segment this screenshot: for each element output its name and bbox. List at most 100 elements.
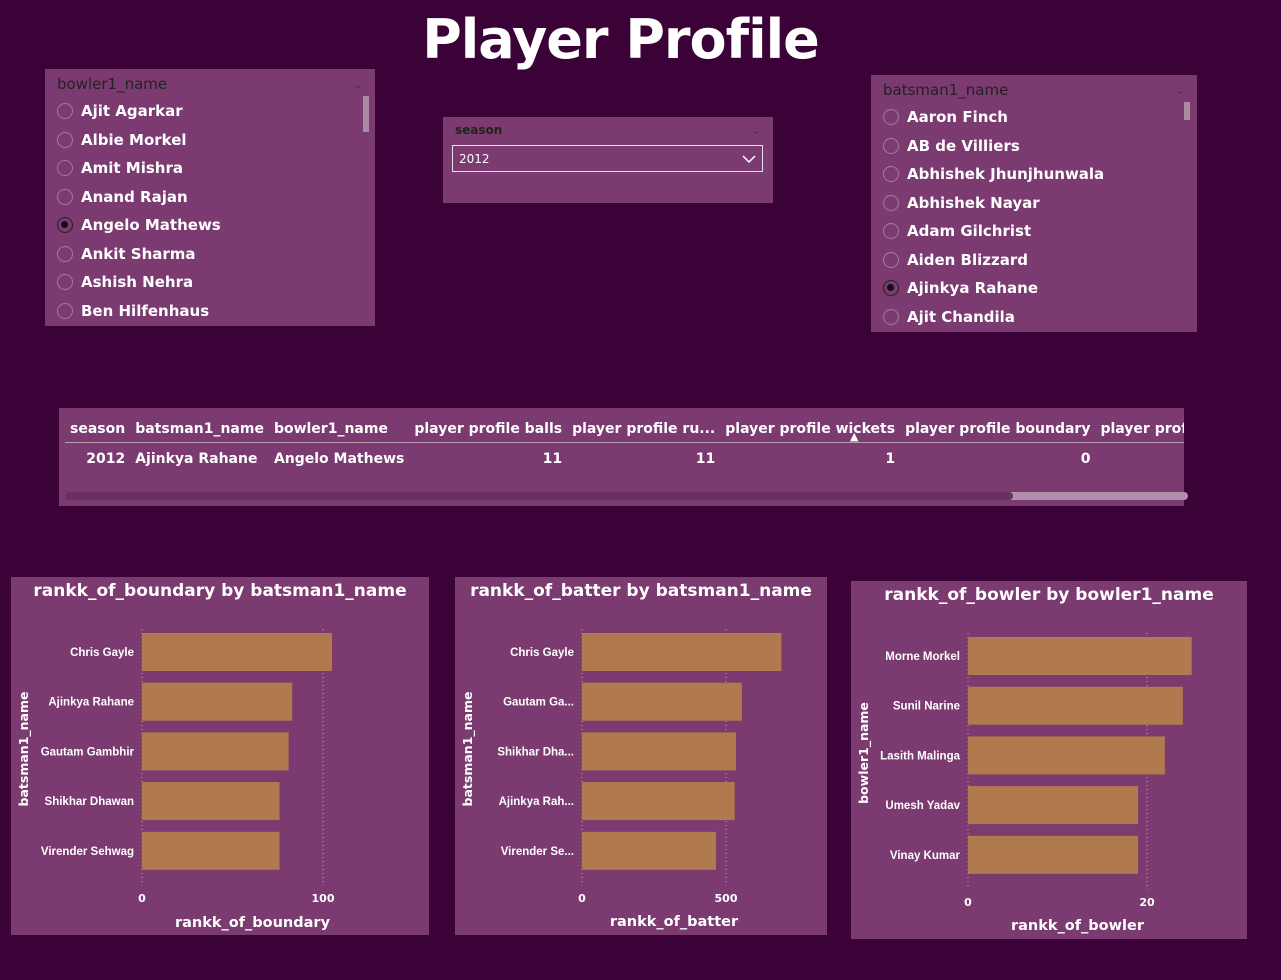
radio-button[interactable] [57,188,73,205]
radio-button[interactable] [57,103,73,120]
boundary-rank-chart: rankk_of_boundary by batsman1_name 0 100 C… [11,577,429,935]
table-cell: 0 [1080,451,1091,468]
radio-button[interactable] [57,217,73,234]
x-tick-label: 0 [578,892,586,905]
category-label: Lasith Malinga [880,750,960,762]
column-header-player-profile-strike-r[interactable]: player profile strike r [1095,416,1192,443]
season-dropdown-value: 2012 [459,151,490,166]
radio-button[interactable] [883,251,899,268]
radio-label: Abhishek Jhunjhunwala [907,165,1105,184]
radio-item-adam-gilchrist[interactable]: Adam Gilchrist [871,217,1197,246]
radio-label: Aiden Blizzard [907,250,1028,269]
radio-label: Ajit Chandila [907,307,1015,326]
chevron-down-icon[interactable]: ⌄ [1175,83,1185,97]
radio-button[interactable] [883,308,899,325]
radio-item-albie-morkel[interactable]: Albie Morkel [45,126,375,155]
batter-rank-chart: rankk_of_batter by batsman1_name 0 500 Chr… [455,577,827,935]
column-header-player-profile-ru[interactable]: player profile ru... [567,416,721,443]
table-row: 2012Ajinkya RahaneAngelo Mathews11111010… [65,442,1192,476]
table-header-row: season batsman1_name bowler1_name player pr… [65,416,1192,443]
batsman-slicer-header: batsman1_name [883,81,1009,99]
category-label: Shikhar Dha... [497,746,574,758]
bar[interactable] [142,831,280,870]
batsman-slicer-scrollbar[interactable] [1184,102,1190,120]
page-title: Player Profile [422,8,820,71]
category-label: Ajinkya Rahane [48,697,134,709]
radio-label: Abhishek Nayar [907,193,1040,212]
bar[interactable] [968,686,1183,725]
bar[interactable] [142,782,280,821]
bar[interactable] [582,732,737,771]
x-axis-label: rankk_of_bowler [1011,918,1145,934]
radio-item-amit-mishra[interactable]: Amit Mishra [45,154,375,183]
column-header-player-profile-balls[interactable]: player profile balls [409,416,568,443]
radio-item-abhishek-nayar[interactable]: Abhishek Nayar [871,189,1197,218]
radio-item-ajit-agarkar[interactable]: Ajit Agarkar [45,97,375,126]
radio-button[interactable] [57,131,73,148]
table-scrollbar-thumb[interactable] [65,492,1013,500]
chevron-down-icon[interactable]: ⌄ [751,123,761,137]
bar[interactable] [142,732,289,771]
y-axis-label: bowler1_name [856,702,872,804]
x-axis-label: rankk_of_boundary [175,915,331,931]
sort-ascending-icon[interactable]: ▲ [850,430,858,443]
season-slicer: season ⌄ 2012 [443,117,773,203]
batsman-slicer: batsman1_name ⌄ Aaron Finch AB de Villier… [871,75,1197,332]
radio-button[interactable] [57,274,73,291]
bar[interactable] [142,633,333,671]
radio-button[interactable] [883,166,899,183]
radio-item-ab-de-villiers[interactable]: AB de Villiers [871,132,1197,161]
bar[interactable] [582,682,742,721]
bar[interactable] [142,682,293,721]
radio-button[interactable] [883,109,899,126]
radio-button[interactable] [57,302,73,319]
radio-item-anand-rajan[interactable]: Anand Rajan [45,183,375,212]
table-cell: 11 [695,451,716,468]
x-axis-label: rankk_of_batter [610,914,739,930]
x-tick-label: 20 [1139,896,1155,909]
category-label: Sunil Narine [893,701,960,713]
radio-item-aiden-blizzard[interactable]: Aiden Blizzard [871,246,1197,275]
radio-button[interactable] [883,223,899,240]
bowler-radio-list: Ajit Agarkar Albie Morkel Amit Mishra Anand… [45,97,375,325]
radio-label: AB de Villiers [907,136,1020,155]
bar[interactable] [968,786,1139,825]
radio-button[interactable] [883,280,899,297]
category-label: Virender Se... [501,846,574,858]
radio-button[interactable] [57,160,73,177]
table-cell: 11 [542,451,563,468]
radio-item-ben-hilfenhaus[interactable]: Ben Hilfenhaus [45,297,375,326]
table-cell: 100 [1095,442,1192,476]
radio-item-ashish-nehra[interactable]: Ashish Nehra [45,268,375,297]
bar[interactable] [582,633,782,671]
bar[interactable] [968,835,1139,874]
bar[interactable] [968,736,1165,775]
column-header-player-profile-boundary[interactable]: player profile boundary [900,416,1096,443]
bar[interactable] [582,782,735,821]
bar[interactable] [968,637,1192,675]
bar[interactable] [582,831,716,870]
bowler-slicer-scrollbar[interactable] [363,96,369,132]
table-horizontal-scrollbar[interactable] [65,492,1188,500]
radio-label: Aaron Finch [907,108,1008,127]
radio-item-angelo-mathews[interactable]: Angelo Mathews [45,211,375,240]
category-label: Vinay Kumar [890,850,961,862]
radio-label: Ajit Agarkar [81,102,183,121]
bar-chart-svg: 0 500 Chris Gayle Gautam Ga... Shikhar Dha..… [460,629,782,930]
column-header-season[interactable]: season [65,416,131,443]
y-axis-label: batsman1_name [16,692,32,807]
radio-item-ankit-sharma[interactable]: Ankit Sharma [45,240,375,269]
radio-item-ajinkya-rahane[interactable]: Ajinkya Rahane [871,274,1197,303]
radio-button[interactable] [57,245,73,262]
chevron-down-icon[interactable]: ⌄ [353,77,363,91]
radio-label: Ajinkya Rahane [907,279,1038,298]
column-header-player-profile-wickets[interactable]: player profile wickets [720,416,901,443]
column-header-bowler1-name[interactable]: bowler1_name [268,416,410,443]
radio-item-abhishek-jhunjhunwala[interactable]: Abhishek Jhunjhunwala [871,160,1197,189]
column-header-batsman1-name[interactable]: batsman1_name [130,416,269,443]
season-dropdown[interactable]: 2012 [452,145,763,172]
radio-item-aaron-finch[interactable]: Aaron Finch [871,103,1197,132]
radio-button[interactable] [883,137,899,154]
radio-button[interactable] [883,194,899,211]
radio-item-ajit-chandila[interactable]: Ajit Chandila [871,303,1197,332]
